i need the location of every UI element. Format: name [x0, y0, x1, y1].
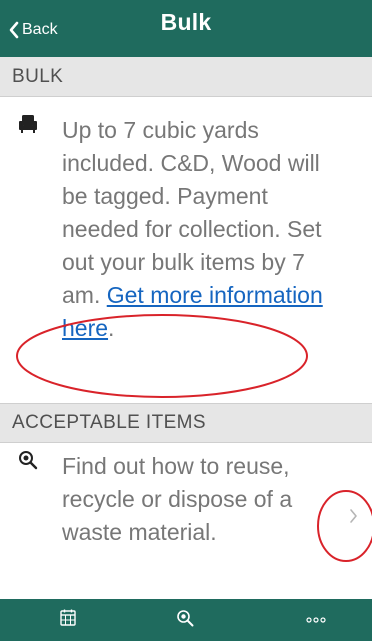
- nav-bar: Back Bulk: [0, 0, 372, 57]
- recycle-search-icon: [19, 451, 38, 470]
- bulk-description-text: Up to 7 cubic yards included. C&D, Wood …: [62, 117, 322, 308]
- tab-bar: [0, 599, 372, 641]
- bulk-description: Up to 7 cubic yards included. C&D, Wood …: [62, 110, 336, 345]
- calendar-icon[interactable]: [60, 609, 76, 626]
- acceptable-items-header: ACCEPTABLE ITEMS: [0, 403, 372, 443]
- recycle-search-tab-icon[interactable]: [176, 609, 194, 627]
- bulk-info-row: Up to 7 cubic yards included. C&D, Wood …: [0, 110, 372, 345]
- armchair-icon: [19, 115, 37, 133]
- bulk-section-header: BULK: [0, 57, 372, 97]
- page-title: Bulk: [160, 9, 212, 35]
- chevron-right-icon[interactable]: [349, 508, 358, 524]
- acceptable-items-row[interactable]: Find out how to reuse, recycle or dispos…: [0, 446, 372, 549]
- acceptable-items-description: Find out how to reuse, recycle or dispos…: [62, 453, 293, 545]
- more-icon[interactable]: [306, 617, 326, 623]
- bulk-description-end: .: [108, 315, 115, 341]
